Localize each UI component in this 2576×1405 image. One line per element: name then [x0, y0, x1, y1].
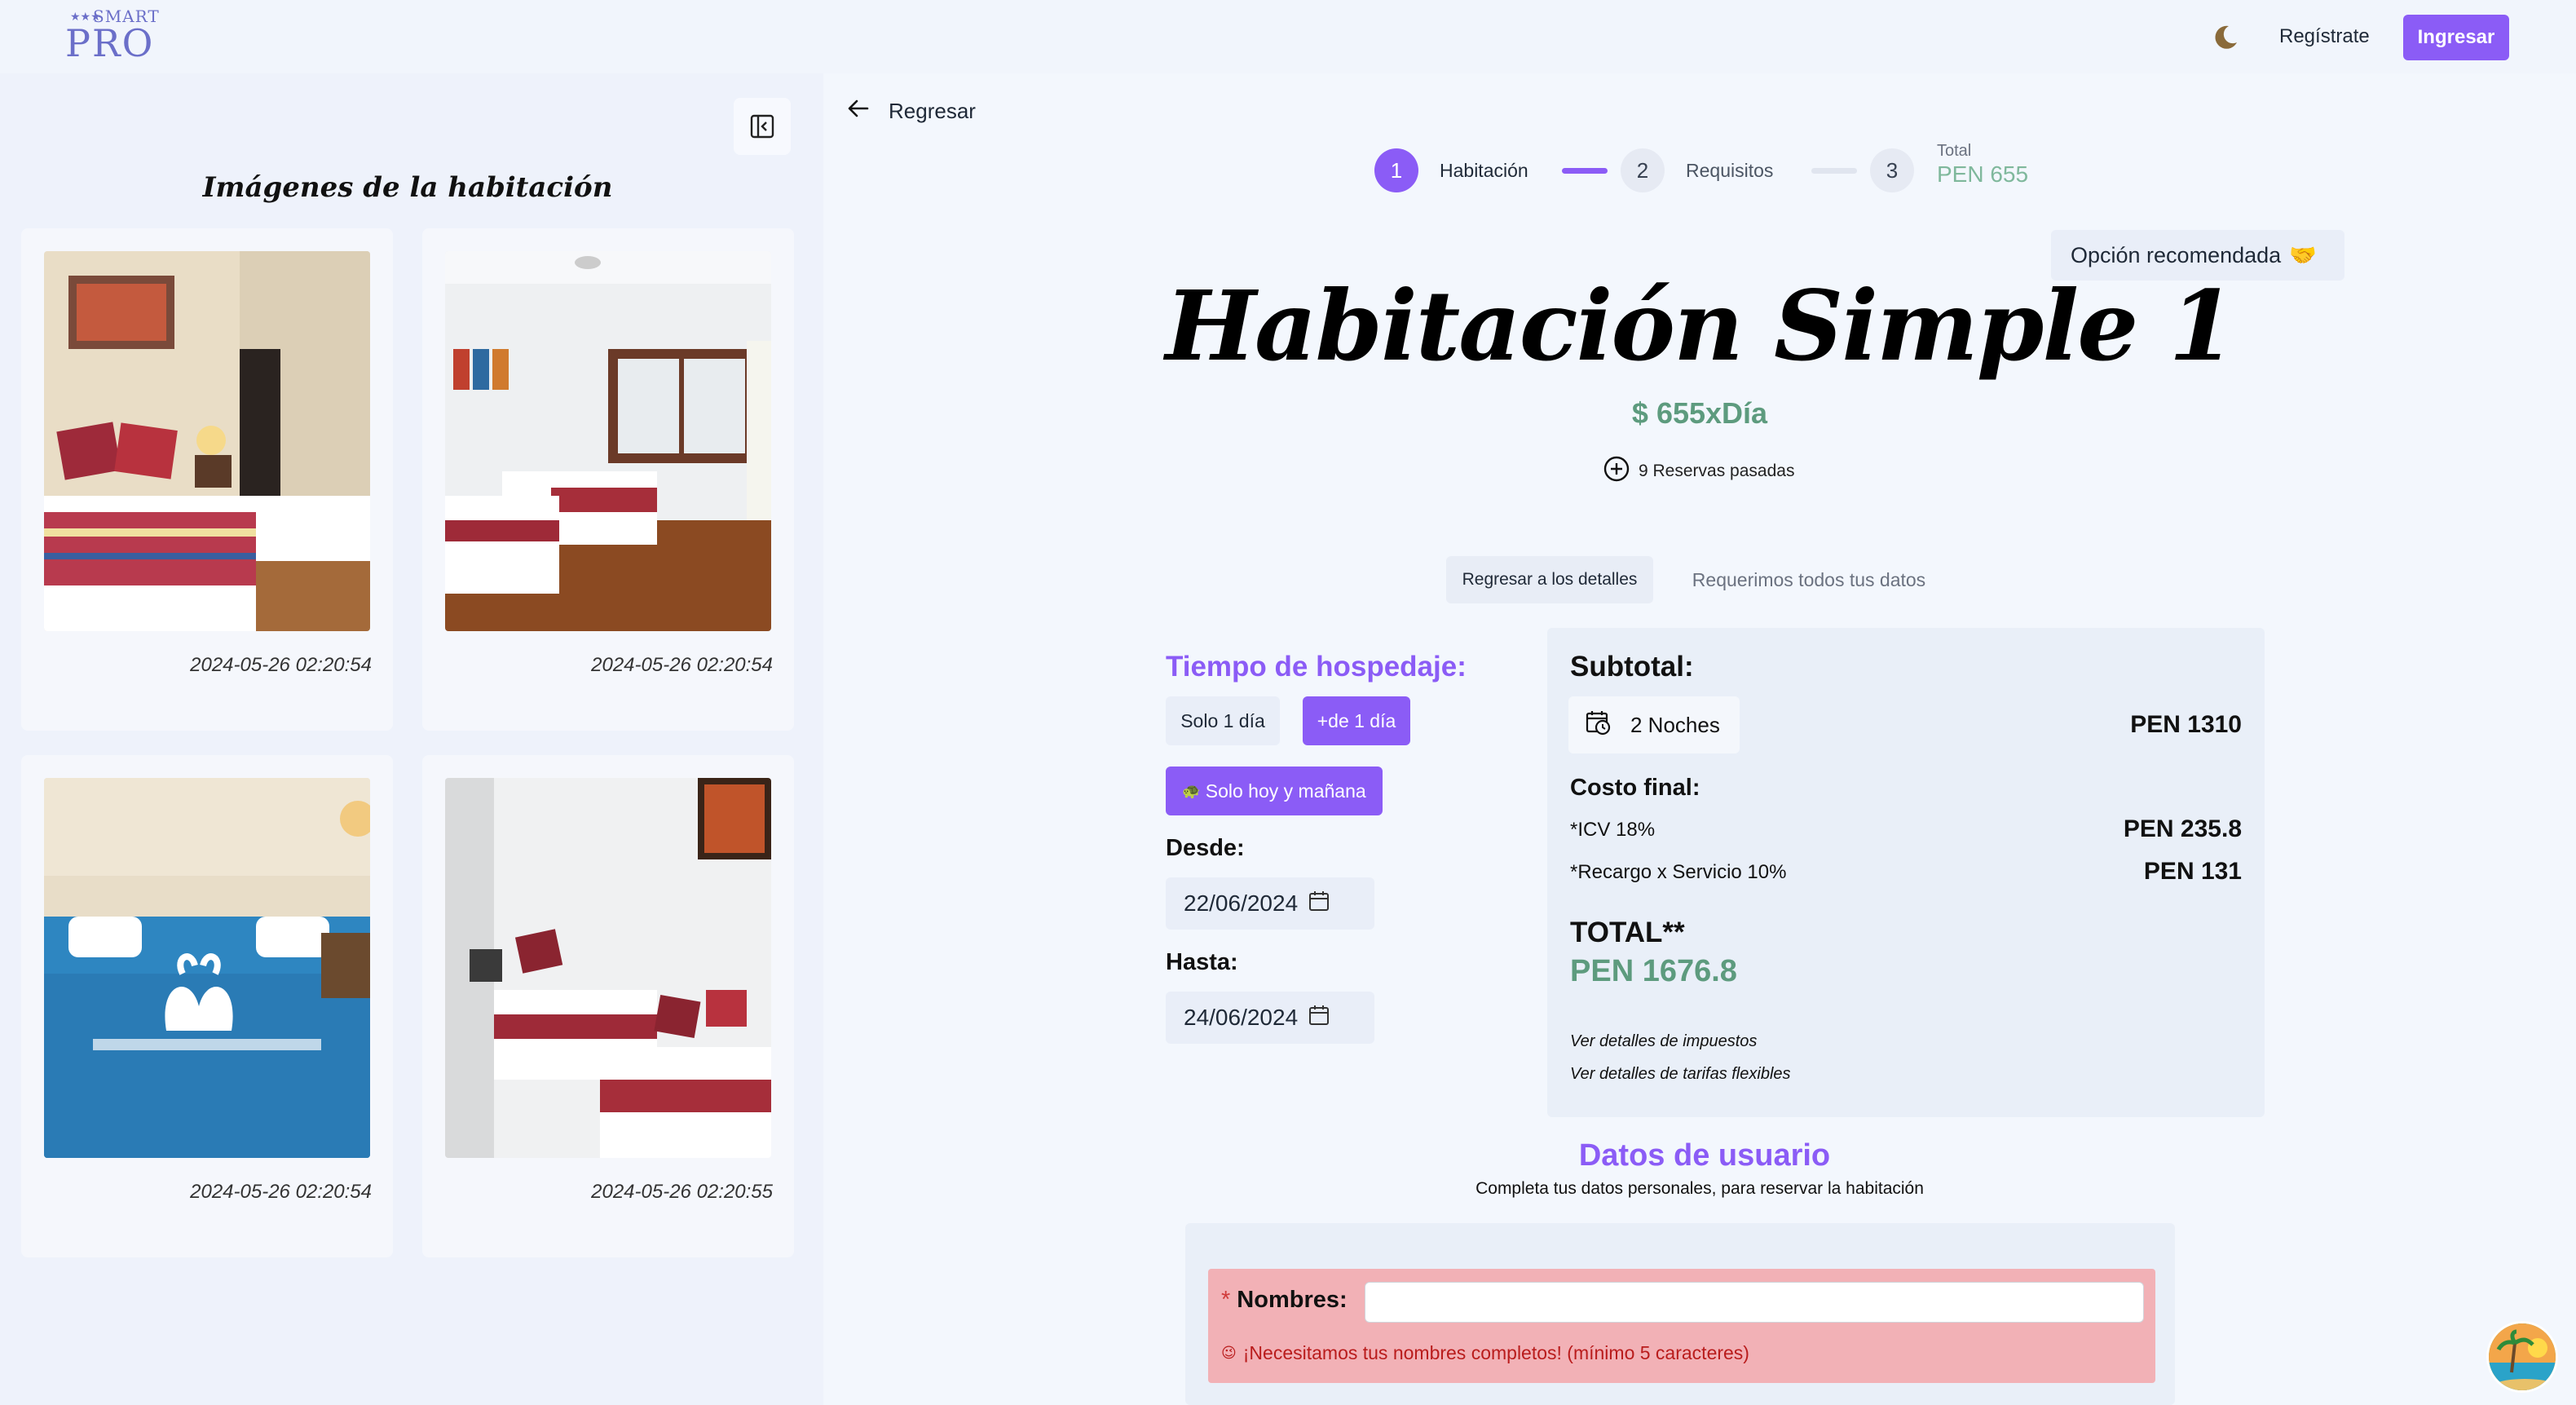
chat-avatar-icon[interactable]: [2486, 1321, 2558, 1393]
handshake-icon: 🤝: [2289, 243, 2317, 267]
logo-big-text: PRO: [65, 21, 155, 65]
past-reservations-label: 9 Reservas pasadas: [1639, 462, 1795, 480]
tab-user-data[interactable]: Requerimos todos tus datos: [1666, 556, 1952, 603]
nombres-error-text: ¡Necesitamos tus nombres completos! (mín…: [1242, 1342, 1749, 1363]
step-1-label: Habitación: [1440, 160, 1528, 181]
to-date-input[interactable]: 24/06/2024: [1166, 992, 1374, 1044]
panel-collapse-icon[interactable]: [734, 98, 791, 155]
total-label: TOTAL**: [1570, 917, 1685, 948]
today-tomorrow-label: Solo hoy y mañana: [1205, 780, 1366, 802]
register-button[interactable]: Regístrate: [2258, 16, 2391, 57]
plus-circle-icon: [1603, 455, 1630, 488]
nights-badge: 2 Noches: [1568, 696, 1740, 753]
to-label: Hasta:: [1166, 949, 1238, 975]
igv-amount: PEN 235.8: [2123, 815, 2242, 842]
back-label: Regresar: [889, 99, 976, 123]
gallery-panel: Imágenes de la habitación 2024-05-26 02:…: [0, 73, 823, 1405]
room-photo[interactable]: [44, 251, 370, 631]
service-charge-amount: PEN 131: [2143, 858, 2242, 885]
step-2-connector: [1811, 168, 1857, 174]
step-1-circle[interactable]: 1: [1374, 148, 1418, 192]
gallery-title: Imágenes de la habitación: [202, 171, 613, 204]
final-cost-label: Costo final:: [1570, 775, 1700, 801]
subtotal-amount: PEN 1310: [2130, 711, 2242, 738]
nombres-label-text: Nombres:: [1237, 1287, 1348, 1313]
step-2-circle[interactable]: 2: [1621, 148, 1665, 192]
turtle-icon: 🐢: [1182, 782, 1201, 799]
past-reservations: 9 Reservas pasadas: [1603, 455, 1794, 488]
nombres-input[interactable]: [1365, 1282, 2144, 1323]
room-image-card[interactable]: 2024-05-26 02:20:54: [21, 228, 393, 731]
flex-rates-link[interactable]: Ver detalles de tarifas flexibles: [1570, 1065, 1791, 1084]
tax-details-link[interactable]: Ver detalles de impuestos: [1570, 1032, 1757, 1051]
nights-value: 2 Noches: [1630, 712, 1720, 737]
top-bar: ★★★ SMART PRO Regístrate Ingresar: [0, 0, 2576, 73]
image-date: 2024-05-26 02:20:54: [190, 654, 372, 676]
to-date-value: 24/06/2024: [1184, 1005, 1299, 1030]
nombres-error: 😉 ¡Necesitamos tus nombres completos! (m…: [1221, 1342, 1749, 1364]
igv-label: *ICV 18%: [1570, 819, 1656, 841]
nombres-label: * Nombres:: [1221, 1287, 1348, 1314]
nombres-field-group: * Nombres: 😉 ¡Necesitamos tus nombres com…: [1208, 1269, 2155, 1383]
room-title: Habitación Simple 1: [1165, 269, 2236, 382]
tab-details[interactable]: Regresar a los detalles: [1446, 556, 1653, 603]
today-tomorrow-button[interactable]: 🐢 Solo hoy y mañana: [1166, 767, 1383, 815]
calendar-icon[interactable]: [1308, 890, 1330, 918]
room-photo[interactable]: [44, 778, 370, 1158]
progress-stepper: 1 Habitación 2 Requisitos 3 Total PEN 65…: [1374, 142, 2059, 197]
arrow-left-icon: [846, 96, 871, 126]
login-button[interactable]: Ingresar: [2403, 15, 2509, 60]
total-amount: PEN 1676.8: [1570, 954, 1737, 988]
image-date: 2024-05-26 02:20:55: [591, 1181, 773, 1203]
from-label: Desde:: [1166, 835, 1245, 861]
moon-icon[interactable]: [2211, 23, 2240, 52]
room-photo[interactable]: [445, 778, 771, 1158]
price-summary: Subtotal: 2 Noches PEN 1310 Costo final:…: [1547, 628, 2265, 1117]
from-date-input[interactable]: 22/06/2024: [1166, 877, 1374, 930]
step-3-total-value: PEN 655: [1937, 161, 2029, 187]
user-data-title: Datos de usuario: [1578, 1138, 1831, 1173]
step-3-circle[interactable]: 3: [1870, 148, 1914, 192]
required-marker: *: [1221, 1287, 1231, 1313]
calendar-clock-icon: [1585, 709, 1612, 742]
emoji-icon: 😉: [1221, 1345, 1237, 1361]
step-2-label: Requisitos: [1686, 160, 1774, 181]
step-1-connector: [1562, 168, 1608, 174]
room-price: $ 655xDía: [1631, 396, 1768, 430]
calendar-icon[interactable]: [1308, 1004, 1330, 1032]
subtotal-title: Subtotal:: [1570, 651, 1694, 683]
room-image-card[interactable]: 2024-05-26 02:20:54: [21, 755, 393, 1257]
room-photo[interactable]: [445, 251, 771, 631]
recommended-label: Opción recomendada: [2071, 242, 2282, 267]
brand-logo[interactable]: ★★★ SMART PRO: [65, 7, 163, 65]
image-date: 2024-05-26 02:20:54: [190, 1181, 372, 1203]
from-date-value: 22/06/2024: [1184, 890, 1299, 916]
image-date: 2024-05-26 02:20:54: [591, 654, 773, 676]
room-image-card[interactable]: 2024-05-26 02:20:54: [422, 228, 794, 731]
multi-day-option[interactable]: +de 1 día: [1303, 696, 1410, 745]
booking-panel: Regresar 1 Habitación 2 Requisitos 3 Tot…: [823, 73, 2576, 1405]
user-data-subtitle: Completa tus datos personales, para rese…: [1475, 1179, 1924, 1198]
stay-title: Tiempo de hospedaje:: [1166, 651, 1467, 683]
step-3-label: Total: [1937, 142, 1972, 160]
back-button[interactable]: Regresar: [846, 96, 976, 126]
one-day-option[interactable]: Solo 1 día: [1166, 696, 1280, 745]
user-form: * Nombres: 😉 ¡Necesitamos tus nombres com…: [1185, 1223, 2175, 1405]
room-image-card[interactable]: 2024-05-26 02:20:55: [422, 755, 794, 1257]
service-charge-label: *Recargo x Servicio 10%: [1570, 861, 1787, 883]
